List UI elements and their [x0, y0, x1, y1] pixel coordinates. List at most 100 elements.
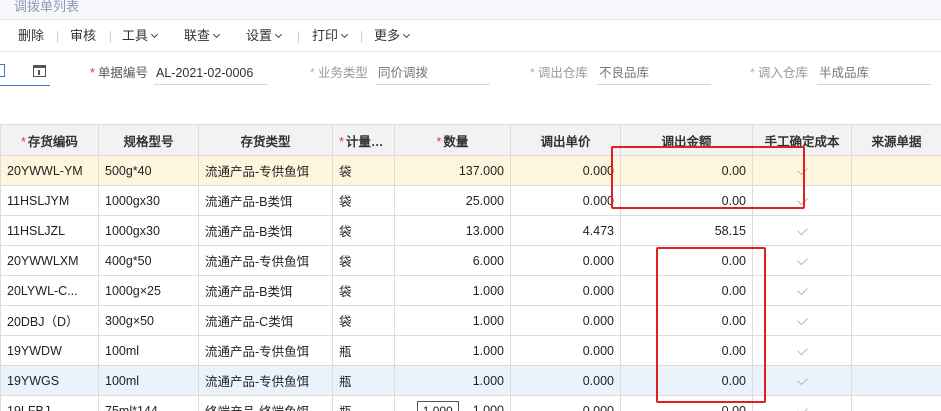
cell-price[interactable]: 0.000 — [510, 365, 621, 396]
cell-unit[interactable]: 瓶 — [332, 395, 395, 411]
checkmark-icon[interactable] — [796, 224, 808, 235]
cell-amount[interactable]: 0.00 — [620, 275, 753, 306]
date-field-edge[interactable] — [0, 64, 5, 77]
cell-unit[interactable]: 袋 — [332, 185, 395, 216]
col-header-qty[interactable]: * 数量 — [394, 124, 511, 156]
cell-qty[interactable]: 1.000 — [394, 365, 511, 396]
cell-code[interactable]: 19YWGS — [0, 365, 99, 396]
checkmark-icon[interactable] — [796, 194, 808, 205]
table-row[interactable]: 20YWWL-YM 500g*40 流通产品-专供鱼饵袋 137.000 0.000 0.… — [0, 155, 941, 186]
settings-menu[interactable]: 设置 — [246, 28, 283, 44]
col-header-spec[interactable]: 规格型号 — [98, 124, 199, 156]
col-header-code[interactable]: * 存货编码 — [0, 124, 99, 156]
cell-spec[interactable]: 100ml — [98, 365, 199, 396]
cell-source[interactable] — [851, 185, 941, 216]
table-row[interactable]: 20YWWLXM 400g*50 流通产品-专供鱼饵袋 6.000 0.000 0.00 — [0, 245, 941, 276]
cell-price[interactable]: 0.000 — [510, 245, 621, 276]
checkmark-icon[interactable] — [796, 344, 808, 355]
col-header-source[interactable]: 来源单据 — [851, 124, 941, 156]
table-row[interactable]: 11HSLJZL 1000gx30 流通产品-B类饵袋 13.000 4.473 58.1… — [0, 215, 941, 246]
col-header-amount[interactable]: 调出金额 — [620, 124, 753, 156]
cell-spec[interactable]: 1000g×25 — [98, 275, 199, 306]
cell-spec[interactable]: 100ml — [98, 335, 199, 366]
cell-manual-cost[interactable] — [752, 185, 852, 216]
checkmark-icon[interactable] — [796, 254, 808, 265]
table-row[interactable]: 11HSLJYM 1000gx30 流通产品-B类饵袋 25.000 0.000 0.00 — [0, 185, 941, 216]
cell-type[interactable]: 流通产品-专供鱼饵 — [198, 365, 333, 396]
table-row[interactable]: 19LFBJ75ml*144终端产品-终端鱼饵瓶 1.000 1.000 0.0000… — [0, 395, 941, 411]
review-button[interactable]: 审核 — [70, 28, 96, 44]
checkmark-icon[interactable] — [796, 284, 808, 295]
cell-unit[interactable]: 袋 — [332, 305, 395, 336]
cell-source[interactable] — [851, 275, 941, 306]
cell-type[interactable]: 终端产品-终端鱼饵 — [198, 395, 333, 411]
cell-qty[interactable]: 13.000 — [394, 215, 511, 246]
cell-source[interactable] — [851, 215, 941, 246]
cell-code[interactable]: 19YWDW — [0, 335, 99, 366]
cell-manual-cost[interactable] — [752, 365, 852, 396]
cell-unit[interactable]: 袋 — [332, 245, 395, 276]
delete-button[interactable]: 删除 — [18, 28, 44, 44]
biz-type-field[interactable]: 同价调拨 — [378, 66, 428, 80]
cell-spec[interactable]: 1000gx30 — [98, 185, 199, 216]
cell-type[interactable]: 流通产品-专供鱼饵 — [198, 335, 333, 366]
cell-price[interactable]: 0.000 — [510, 395, 621, 411]
cell-manual-cost[interactable] — [752, 215, 852, 246]
cell-manual-cost[interactable] — [752, 245, 852, 276]
cell-qty[interactable]: 6.000 — [394, 245, 511, 276]
cell-spec[interactable]: 1000gx30 — [98, 215, 199, 246]
cell-source[interactable] — [851, 335, 941, 366]
cell-qty[interactable]: 1.000 — [394, 335, 511, 366]
cell-code[interactable]: 20DBJ（D） — [0, 305, 99, 336]
cell-price[interactable]: 0.000 — [510, 155, 621, 186]
cell-type[interactable]: 流通产品-B类饵 — [198, 215, 333, 246]
cell-unit[interactable]: 瓶 — [332, 365, 395, 396]
cell-unit[interactable]: 袋 — [332, 155, 395, 186]
cell-qty[interactable]: 1.000 — [394, 275, 511, 306]
cell-amount[interactable]: 0.00 — [620, 185, 753, 216]
cell-source[interactable] — [851, 395, 941, 411]
cell-qty[interactable]: 137.000 — [394, 155, 511, 186]
cell-source[interactable] — [851, 365, 941, 396]
col-header-price[interactable]: 调出单价 — [510, 124, 621, 156]
cell-amount[interactable]: 58.15 — [620, 215, 753, 246]
checkmark-icon[interactable] — [796, 404, 808, 411]
cell-type[interactable]: 流通产品-B类饵 — [198, 275, 333, 306]
print-menu[interactable]: 打印 — [312, 28, 349, 44]
out-warehouse-field[interactable]: 不良品库 — [599, 66, 649, 80]
cell-amount[interactable]: 0.00 — [620, 395, 753, 411]
cell-amount[interactable]: 0.00 — [620, 365, 753, 396]
cell-unit[interactable]: 袋 — [332, 275, 395, 306]
cell-manual-cost[interactable] — [752, 275, 852, 306]
cell-source[interactable] — [851, 245, 941, 276]
cell-price[interactable]: 0.000 — [510, 185, 621, 216]
cell-amount[interactable]: 0.00 — [620, 335, 753, 366]
cell-code[interactable]: 20YWWLXM — [0, 245, 99, 276]
linked-query-menu[interactable]: 联查 — [184, 28, 221, 44]
qty-edit-input[interactable]: 1.000 — [416, 400, 459, 411]
cell-amount[interactable]: 0.00 — [620, 245, 753, 276]
cell-price[interactable]: 0.000 — [510, 275, 621, 306]
cell-price[interactable]: 4.473 — [510, 215, 621, 246]
cell-amount[interactable]: 0.00 — [620, 155, 753, 186]
cell-price[interactable]: 0.000 — [510, 305, 621, 336]
table-row[interactable]: 20DBJ（D） 300g×50 流通产品-C类饵袋 1.000 0.000 0.00 — [0, 305, 941, 336]
cell-code[interactable]: 11HSLJYM — [0, 185, 99, 216]
in-warehouse-field[interactable]: 半成品库 — [819, 66, 869, 80]
cell-unit[interactable]: 袋 — [332, 215, 395, 246]
tools-menu[interactable]: 工具 — [122, 28, 159, 44]
cell-unit[interactable]: 瓶 — [332, 335, 395, 366]
calendar-icon[interactable] — [33, 65, 46, 77]
checkmark-icon[interactable] — [796, 374, 808, 385]
cell-source[interactable] — [851, 155, 941, 186]
table-row[interactable]: 19YWDW 100ml 流通产品-专供鱼饵瓶 1.000 0.000 0.00 — [0, 335, 941, 366]
checkmark-icon[interactable] — [796, 314, 808, 325]
cell-code[interactable]: 11HSLJZL — [0, 215, 99, 246]
table-row[interactable]: 19YWGS 100ml 流通产品-专供鱼饵瓶 1.000 0.000 0.00 — [0, 365, 941, 396]
col-header-type[interactable]: 存货类型 — [198, 124, 333, 156]
col-header-manual-cost[interactable]: 手工确定成本 — [752, 124, 852, 156]
cell-spec[interactable]: 75ml*144 — [98, 395, 199, 411]
table-row[interactable]: 20LYWL-C... 1000g×25 流通产品-B类饵袋 1.000 0.000 0.… — [0, 275, 941, 306]
cell-code[interactable]: 20LYWL-C... — [0, 275, 99, 306]
more-menu[interactable]: 更多 — [374, 28, 411, 44]
